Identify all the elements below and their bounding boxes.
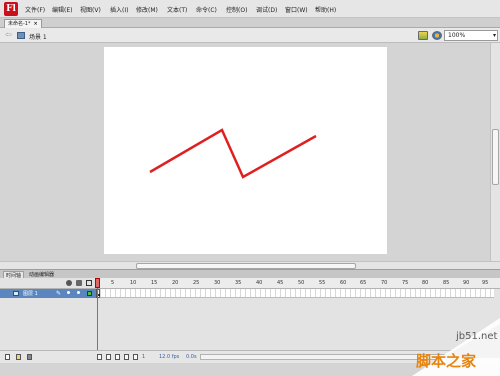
frame-number: 30 [214, 280, 221, 286]
outline-color-icon[interactable] [87, 291, 92, 296]
edit-scene-icon[interactable] [418, 31, 428, 40]
zoom-value: 100% [448, 32, 466, 39]
menu-insert[interactable]: 插入(I) [110, 5, 128, 14]
edit-multiple-frames-icon[interactable] [124, 354, 129, 360]
outline-icon[interactable] [86, 280, 92, 286]
playhead[interactable] [95, 278, 100, 350]
layer-icon [13, 291, 19, 296]
frame-number: 10 [130, 280, 137, 286]
lock-icon[interactable] [76, 280, 82, 286]
frame-number: 20 [172, 280, 179, 286]
lock-dot-icon[interactable] [77, 291, 80, 294]
frame-number: 45 [277, 280, 284, 286]
scene-icon [17, 32, 25, 39]
visibility-dot-icon[interactable] [67, 291, 70, 294]
menu-bar: Fl 文件(F) 编辑(E) 视图(V) 插入(I) 修改(M) 文本(T) 命… [0, 0, 500, 18]
document-title: 未命名-1* [8, 21, 31, 27]
menu-file[interactable]: 文件(F) [25, 5, 45, 14]
onion-skin-icon[interactable] [106, 354, 111, 360]
playhead-handle[interactable] [95, 278, 100, 288]
close-icon[interactable]: × [34, 21, 38, 27]
frame-number: 65 [360, 280, 367, 286]
layer-header [0, 278, 96, 289]
frame-number: 75 [402, 280, 409, 286]
frame-number: 70 [381, 280, 388, 286]
frame-number: 25 [193, 280, 200, 286]
menu-text[interactable]: 文本(T) [167, 5, 187, 14]
vertical-scroll-thumb[interactable] [492, 129, 499, 185]
horizontal-scrollbar[interactable] [0, 261, 500, 269]
new-layer-icon[interactable] [5, 354, 10, 360]
frame-number: 95 [482, 280, 489, 286]
current-frame: 1 [142, 354, 146, 360]
document-tab[interactable]: 未命名-1* × [4, 19, 42, 28]
menu-debug[interactable]: 调试(D) [256, 5, 277, 14]
layer-name[interactable]: 图层 1 [23, 290, 38, 297]
scene-label[interactable]: 场景 1 [29, 32, 47, 41]
watermark-text: 脚本之家 [416, 352, 477, 370]
document-tab-bar: 未命名-1* × [0, 18, 500, 28]
menu-view[interactable]: 视图(V) [80, 5, 101, 14]
frame-number: 50 [298, 280, 305, 286]
new-folder-icon[interactable] [16, 354, 21, 360]
edit-symbol-icon[interactable] [432, 31, 442, 40]
modify-onion-markers-icon[interactable] [133, 354, 138, 360]
playhead-line [97, 288, 98, 350]
zigzag-red-line[interactable] [149, 128, 317, 179]
frames-row[interactable] [96, 289, 494, 298]
frame-number: 35 [235, 280, 242, 286]
pencil-icon: ✎ [56, 290, 62, 297]
vertical-scrollbar[interactable] [490, 43, 500, 261]
frame-number: 55 [319, 280, 326, 286]
frame-number: 80 [422, 280, 429, 286]
chevron-down-icon: ▾ [492, 32, 496, 39]
frame-number: 40 [256, 280, 263, 286]
flash-logo-icon: Fl [4, 2, 18, 16]
back-arrow-icon[interactable]: ⇦ [5, 30, 12, 39]
menu-modify[interactable]: 修改(M) [136, 5, 158, 14]
layer-row[interactable]: 图层 1 ✎ [0, 289, 96, 298]
eye-icon[interactable] [66, 280, 72, 286]
stage-area [0, 43, 490, 261]
watermark-url: jb51.net [456, 331, 498, 342]
menu-edit[interactable]: 编辑(E) [52, 5, 72, 14]
menu-window[interactable]: 窗口(W) [285, 5, 308, 14]
frame-number: 90 [463, 280, 470, 286]
frame-number: 60 [340, 280, 347, 286]
edit-bar: ⇦ 场景 1 100% ▾ [0, 28, 500, 43]
zoom-select[interactable]: 100% ▾ [444, 30, 498, 41]
menu-commands[interactable]: 命令(C) [196, 5, 217, 14]
frame-number: 85 [443, 280, 450, 286]
frame-number: 15 [151, 280, 158, 286]
frame-ruler[interactable]: 5 10 15 20 25 30 35 40 45 50 55 60 65 70… [96, 278, 500, 289]
frame-rate[interactable]: 12.0 fps [159, 354, 179, 360]
menu-control[interactable]: 控制(O) [226, 5, 247, 14]
frame-number: 5 [111, 280, 115, 286]
menu-help[interactable]: 帮助(H) [315, 5, 336, 14]
elapsed-time: 0.0s [186, 354, 197, 360]
delete-layer-icon[interactable] [27, 354, 32, 360]
center-frame-icon[interactable] [97, 354, 102, 360]
onion-outline-icon[interactable] [115, 354, 120, 360]
panel-tab-bar: 时间轴 动画编辑器 [0, 269, 500, 279]
stage-canvas[interactable] [104, 47, 387, 254]
drawing-svg [149, 128, 317, 179]
